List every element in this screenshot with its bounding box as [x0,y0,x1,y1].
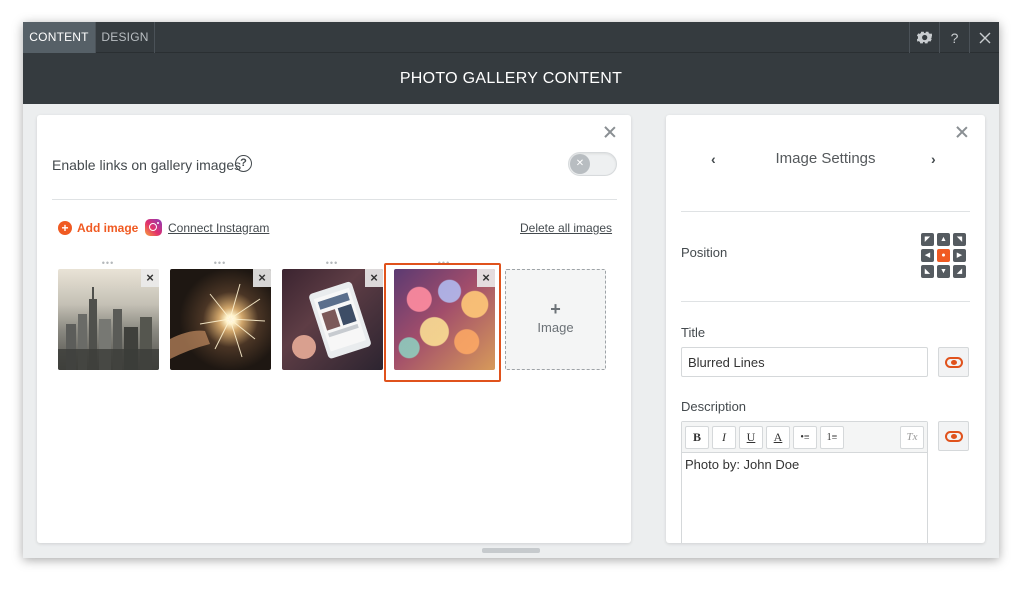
plus-icon: + [550,299,561,319]
description-label: Description [681,399,747,414]
image-settings-panel: ‹ Image Settings › Position ◤ ▲ ◥ ◀ ● ▶ … [666,115,985,543]
divider [681,301,970,302]
eye-icon [944,356,963,368]
remove-image-button[interactable]: × [253,269,271,287]
position-bottom-icon[interactable]: ▼ [937,265,950,278]
font-color-button[interactable]: A [766,426,790,449]
position-bottom-right-icon[interactable]: ◢ [953,265,966,278]
help-button[interactable]: ? [939,22,969,53]
editor-window: CONTENT DESIGN ? PHOTO GALLERY CONTENT E… [23,22,999,558]
add-image-tile[interactable]: + Image [505,269,606,370]
position-picker: ◤ ▲ ◥ ◀ ● ▶ ◣ ▼ ◢ [921,233,966,278]
position-top-right-icon[interactable]: ◥ [953,233,966,246]
question-icon: ? [950,29,959,46]
gallery-thumbnail-sparkler[interactable]: × [170,269,271,370]
bold-button[interactable]: B [685,426,709,449]
plus-circle-icon: + [58,221,72,235]
resize-handle[interactable] [482,548,540,553]
italic-button[interactable]: I [712,426,736,449]
enable-links-toggle[interactable]: ✕ [568,152,617,176]
position-center-icon[interactable]: ● [937,249,950,262]
tab-bar: CONTENT DESIGN ? [23,22,999,53]
position-right-icon[interactable]: ▶ [953,249,966,262]
title-input[interactable] [681,347,928,377]
eye-icon [944,430,963,442]
connect-instagram-label: Connect Instagram [168,220,270,235]
remove-image-button[interactable]: × [477,269,495,287]
position-label: Position [681,245,728,260]
position-left-icon[interactable]: ◀ [921,249,934,262]
tab-content[interactable]: CONTENT [23,22,95,53]
chevron-right-icon: › [931,151,936,167]
underline-button[interactable]: U [739,426,763,449]
gallery-thumbnail-bokeh[interactable]: × [394,269,495,370]
gallery-panel: Enable links on gallery images ? ✕ + Add… [37,115,631,543]
close-window-button[interactable] [969,22,999,53]
settings-button[interactable] [909,22,939,53]
tab-divider [154,22,155,53]
add-image-button[interactable]: + Add image [58,221,138,235]
remove-image-button[interactable]: × [141,269,159,287]
description-editor: B I U A •≡ 1≡ Tx Photo by: John Doe [681,421,928,543]
numbered-list-button[interactable]: 1≡ [820,426,844,449]
help-circle-icon[interactable]: ? [235,155,252,172]
position-top-icon[interactable]: ▲ [937,233,950,246]
drag-handle-icon[interactable]: ••• [322,259,342,268]
drag-handle-icon[interactable]: ••• [98,259,118,268]
add-image-label: Add image [77,221,139,235]
title-label: Title [681,325,706,340]
enable-links-label: Enable links on gallery images [52,157,242,173]
next-image-button[interactable]: › [931,151,936,167]
position-top-left-icon[interactable]: ◤ [921,233,934,246]
delete-all-images-link[interactable]: Delete all images [520,221,612,235]
title-visibility-toggle[interactable] [938,347,969,377]
settings-close-icon[interactable] [954,124,970,140]
editor-toolbar: B I U A •≡ 1≡ Tx [682,422,927,453]
add-image-tile-label: Image [537,320,574,335]
close-icon [979,32,990,43]
page-title: PHOTO GALLERY CONTENT [23,53,999,104]
drag-handle-icon[interactable]: ••• [210,259,230,268]
divider [52,199,617,200]
gallery-close-icon[interactable] [602,124,618,140]
divider [681,211,970,212]
tab-design[interactable]: DESIGN [96,22,154,53]
remove-image-button[interactable]: × [365,269,383,287]
position-bottom-left-icon[interactable]: ◣ [921,265,934,278]
bullet-list-button[interactable]: •≡ [793,426,817,449]
gear-icon [917,31,932,44]
connect-instagram-link[interactable]: Connect Instagram [145,219,269,236]
description-visibility-toggle[interactable] [938,421,969,451]
description-text[interactable]: Photo by: John Doe [682,453,927,476]
image-settings-title: Image Settings [775,150,876,167]
gallery-thumbnail-city[interactable]: × [58,269,159,370]
clear-formatting-button[interactable]: Tx [900,426,924,449]
gallery-thumbnail-tablet[interactable]: × [282,269,383,370]
toggle-off-icon: ✕ [570,154,590,174]
instagram-icon [145,219,162,236]
